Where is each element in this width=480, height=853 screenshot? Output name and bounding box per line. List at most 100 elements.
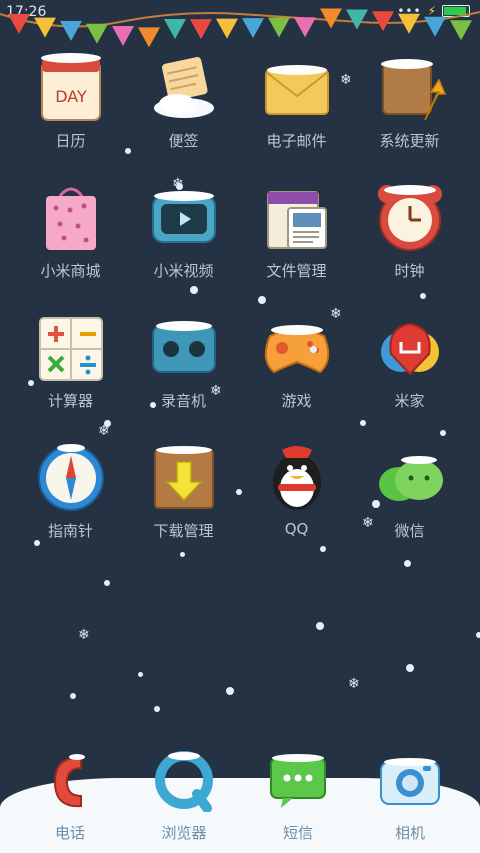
- app-label-recorder: 录音机: [160, 392, 206, 410]
- snow-dot: [440, 430, 446, 436]
- snowflake-icon: ❄: [172, 176, 184, 192]
- app-mi-home[interactable]: 米家: [353, 300, 466, 420]
- snow-dot: [372, 500, 380, 508]
- dock-camera[interactable]: 相机: [350, 740, 470, 853]
- gamepad-icon: [260, 310, 334, 384]
- snowflake-icon: ❄: [98, 423, 110, 439]
- dock-messages[interactable]: 短信: [238, 740, 358, 853]
- app-label-notes: 便签: [168, 132, 199, 150]
- garland-flag: [320, 8, 342, 29]
- snow-dot: [150, 402, 156, 408]
- app-calculator[interactable]: 计算器: [14, 300, 127, 420]
- browser-icon: [147, 750, 221, 813]
- snowflake-icon: ❄: [348, 676, 360, 692]
- app-label-qq: QQ: [284, 520, 309, 538]
- snow-dot: [420, 293, 426, 299]
- folder-icon: [260, 180, 334, 254]
- garland-flag: [216, 18, 238, 39]
- snowflake-icon: ❄: [210, 383, 222, 399]
- snowflake-icon: ❄: [330, 306, 342, 322]
- snow-dot: [104, 580, 110, 586]
- calculator-icon: [34, 310, 108, 384]
- app-label-file-manager: 文件管理: [266, 262, 327, 280]
- app-clock[interactable]: 时钟: [353, 170, 466, 290]
- dock-label-browser: 浏览器: [161, 824, 207, 842]
- snowflake-icon: ❄: [340, 72, 352, 88]
- snow-dot: [476, 632, 480, 638]
- garland-flag: [398, 13, 420, 34]
- app-compass[interactable]: 指南针: [14, 430, 127, 550]
- app-label-mi-video: 小米视频: [153, 262, 214, 280]
- snow-dot: [316, 622, 324, 630]
- garland-flag: [34, 17, 56, 38]
- recorder-icon: [147, 310, 221, 384]
- app-label-mi-home: 米家: [394, 392, 425, 410]
- download-icon: [147, 440, 221, 514]
- app-label-download-manager: 下载管理: [153, 522, 214, 540]
- snow-dot: [125, 148, 131, 154]
- email-icon: [260, 50, 334, 124]
- garland-flag: [372, 11, 394, 32]
- shopping-bag-icon: [34, 180, 108, 254]
- snow-dot: [360, 420, 366, 426]
- snowflake-icon: ❄: [78, 627, 90, 643]
- snow-dot: [190, 286, 198, 294]
- app-notes[interactable]: 便签: [127, 40, 240, 160]
- dock-label-phone: 电话: [54, 824, 85, 842]
- app-wechat[interactable]: 微信: [353, 430, 466, 550]
- camera-icon: [373, 750, 447, 812]
- app-recorder[interactable]: 录音机: [127, 300, 240, 420]
- snow-dot: [236, 489, 242, 495]
- message-icon: [261, 750, 335, 812]
- garland-flag: [346, 9, 368, 30]
- snow-dot: [138, 672, 143, 677]
- app-calendar[interactable]: DAY 日历: [14, 40, 127, 160]
- snow-dot: [28, 380, 34, 386]
- snow-dot: [258, 296, 266, 304]
- app-qq[interactable]: QQ: [240, 430, 353, 550]
- garland-flag: [242, 18, 264, 39]
- system-update-icon: [373, 50, 447, 124]
- garland-flag: [190, 19, 212, 40]
- calendar-icon: DAY: [34, 50, 108, 124]
- app-label-clock: 时钟: [394, 262, 425, 280]
- compass-icon: [34, 440, 108, 514]
- garland-flag: [164, 19, 186, 40]
- app-file-manager[interactable]: 文件管理: [240, 170, 353, 290]
- snow-dot: [404, 560, 411, 567]
- snow-dot: [320, 546, 326, 552]
- dock-browser[interactable]: 浏览器: [124, 740, 244, 853]
- app-label-system-update: 系统更新: [379, 132, 440, 150]
- garland-flag: [8, 14, 30, 34]
- garland-flag: [424, 16, 446, 37]
- alarm-clock-icon: [373, 180, 447, 254]
- dock: 电话 浏览器 短信 相机: [0, 740, 480, 853]
- snow-dot: [310, 346, 317, 353]
- snow-dot: [34, 540, 40, 546]
- notes-icon: [147, 50, 221, 124]
- calendar-card-text: DAY: [55, 87, 87, 106]
- app-download-manager[interactable]: 下载管理: [127, 430, 240, 550]
- dock-label-camera: 相机: [394, 824, 425, 842]
- garland-flag: [268, 17, 290, 38]
- app-email[interactable]: 电子邮件: [240, 40, 353, 160]
- garland-flag: [450, 20, 472, 41]
- snow-dot: [226, 687, 234, 695]
- app-label-game: 游戏: [281, 392, 312, 410]
- app-label-mi-store: 小米商城: [40, 262, 101, 280]
- app-label-email: 电子邮件: [266, 132, 327, 150]
- app-label-compass: 指南针: [47, 522, 93, 540]
- snowflake-icon: ❄: [362, 515, 374, 531]
- penguin-icon: [260, 440, 334, 514]
- dock-phone[interactable]: 电话: [10, 740, 130, 853]
- wechat-icon: [373, 440, 447, 514]
- snow-dot: [154, 706, 160, 712]
- app-mi-store[interactable]: 小米商城: [14, 170, 127, 290]
- mi-home-icon: [373, 310, 447, 384]
- app-system-update[interactable]: 系统更新: [353, 40, 466, 160]
- snow-dot: [406, 664, 414, 672]
- app-label-calculator: 计算器: [47, 392, 93, 410]
- app-label-calendar: 日历: [55, 132, 86, 150]
- garland-flag: [60, 20, 82, 41]
- snow-dot: [180, 552, 185, 557]
